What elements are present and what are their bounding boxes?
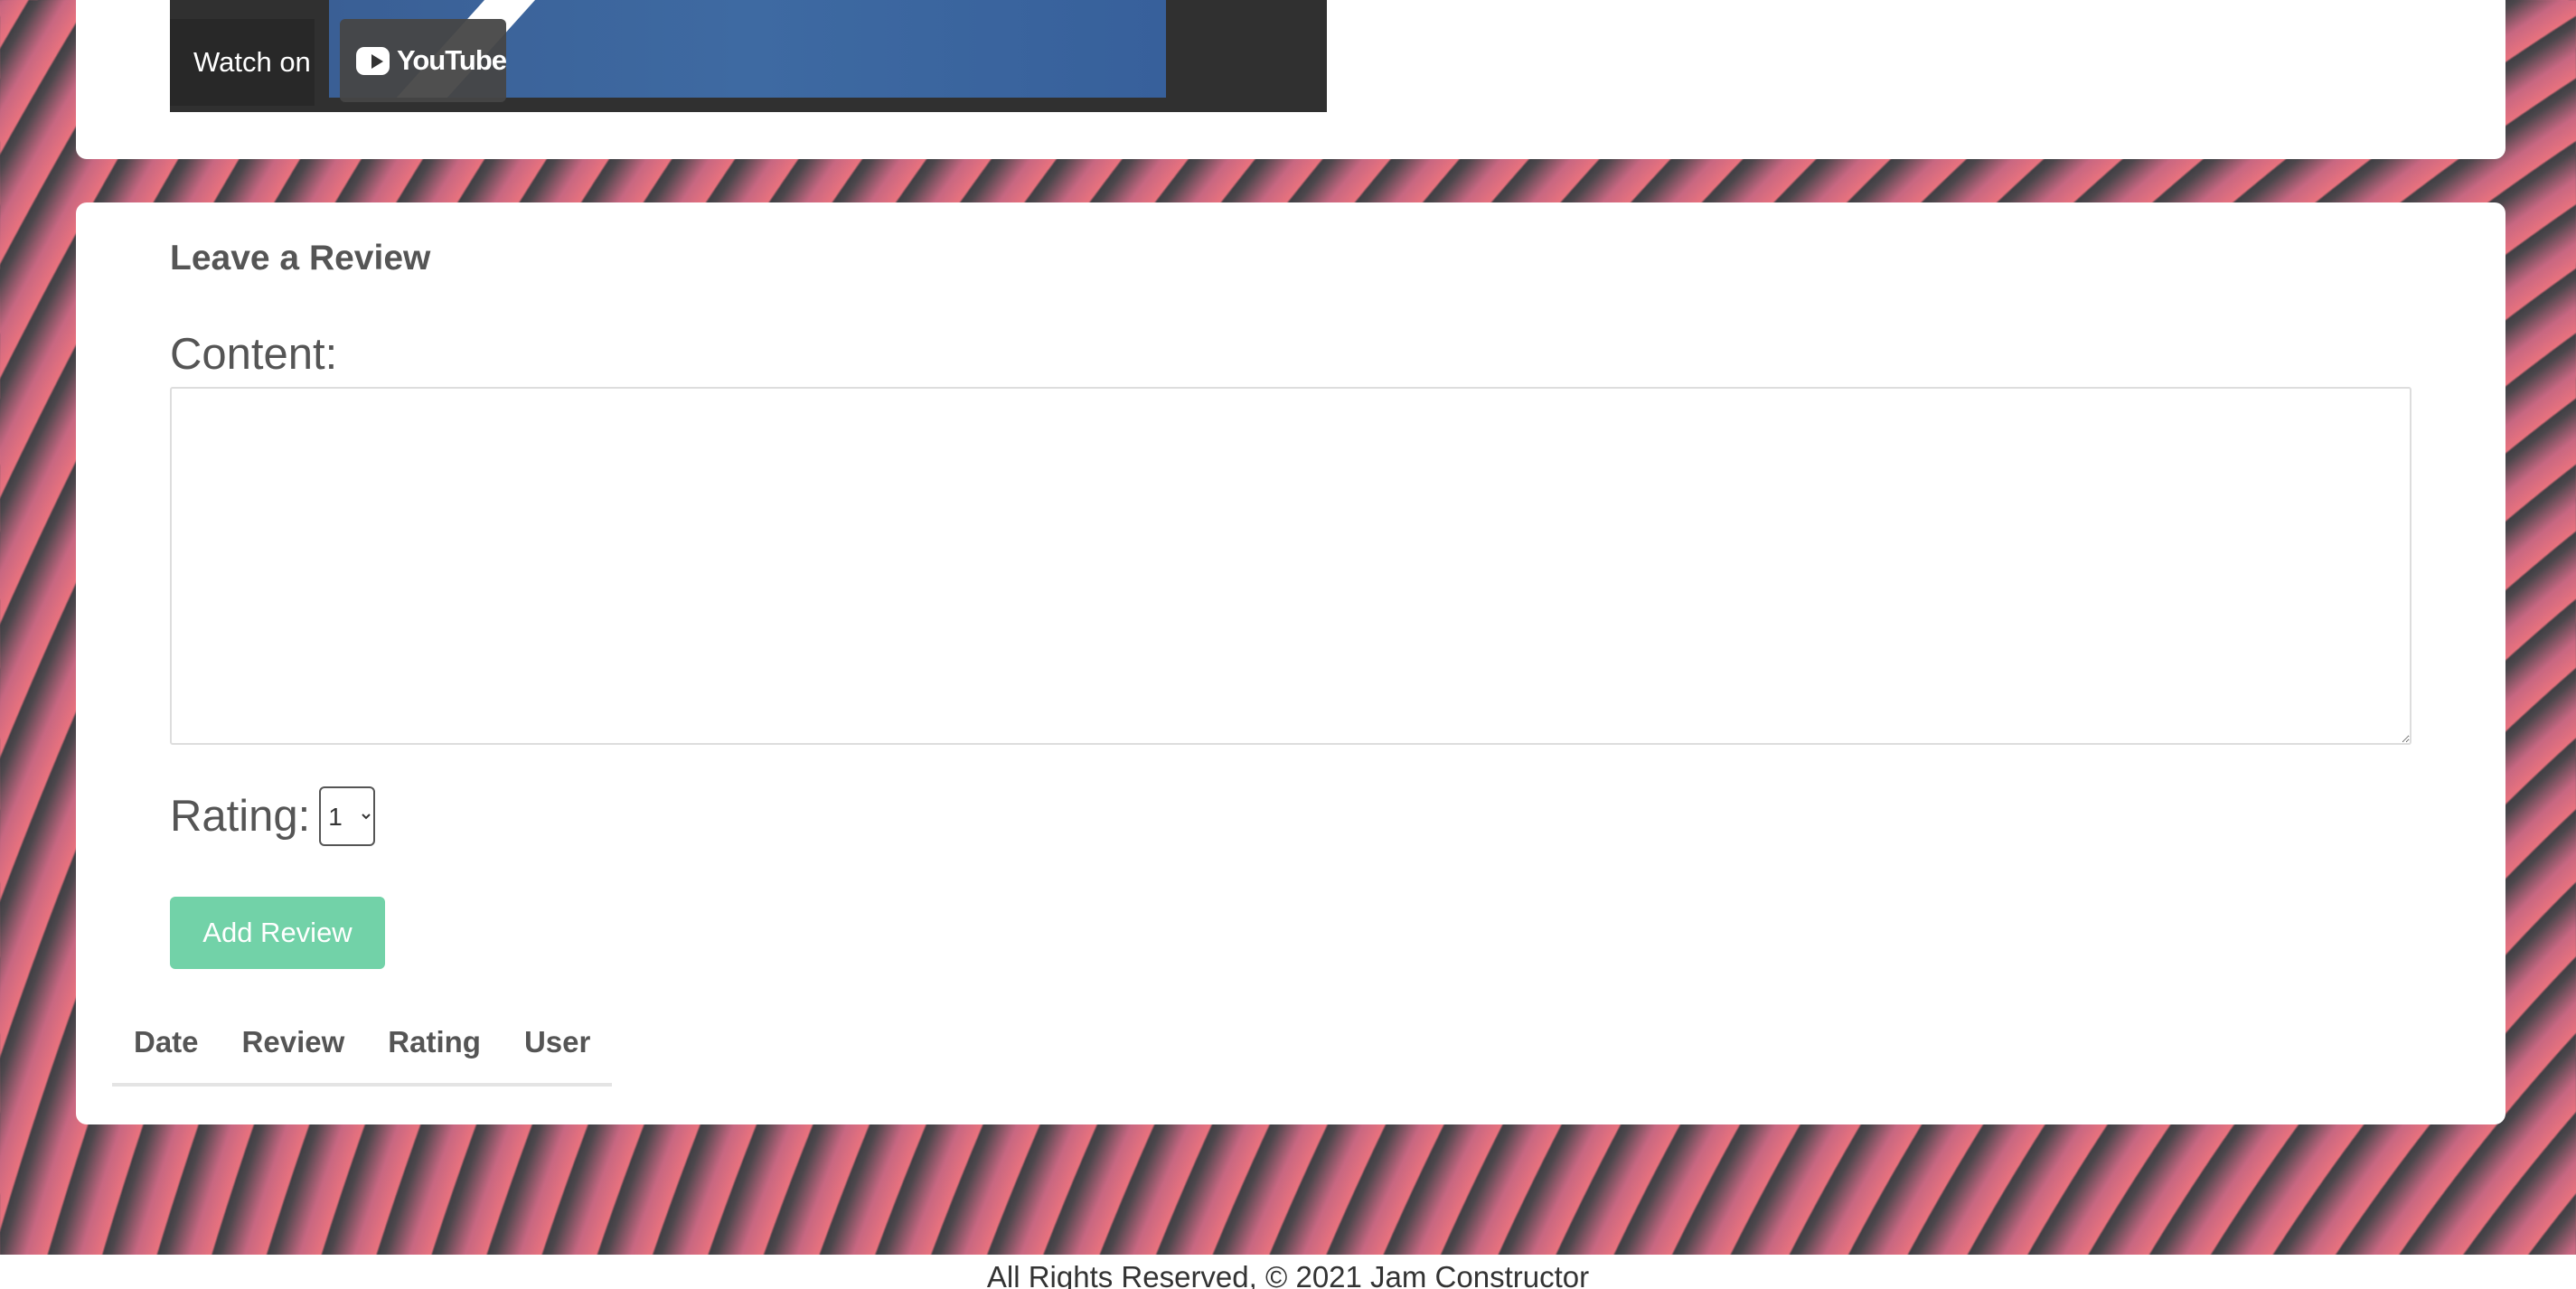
video-card: Watch on YouTube xyxy=(76,0,2505,159)
table-header-row: Date Review Rating User xyxy=(112,1012,613,1087)
column-header-user[interactable]: User xyxy=(502,1012,613,1087)
watch-on-label[interactable]: Watch on xyxy=(170,19,315,106)
column-header-date[interactable]: Date xyxy=(112,1012,221,1087)
reviews-table: Date Review Rating User xyxy=(112,1012,613,1087)
youtube-button[interactable]: YouTube xyxy=(340,19,507,102)
footer: All Rights Reserved, © 2021 Jam Construc… xyxy=(0,1255,2576,1289)
rating-row: Rating: 12345 xyxy=(170,786,376,846)
add-review-button[interactable]: Add Review xyxy=(170,897,385,969)
page-background: Watch on YouTube Leave a Review Content:… xyxy=(0,0,2576,1255)
watch-on-text: Watch on xyxy=(193,46,311,78)
review-card: Leave a Review Content: Rating: 12345 Ad… xyxy=(76,202,2505,1124)
youtube-play-icon xyxy=(356,46,390,75)
footer-copyright: All Rights Reserved, © 2021 Jam Construc… xyxy=(986,1260,1590,1289)
review-form-title: Leave a Review xyxy=(170,239,431,278)
youtube-wordmark: YouTube xyxy=(397,44,507,76)
rating-select[interactable]: 12345 xyxy=(319,786,376,846)
column-header-rating[interactable]: Rating xyxy=(366,1012,503,1087)
content-label: Content: xyxy=(170,330,338,379)
column-header-review[interactable]: Review xyxy=(220,1012,367,1087)
rating-label: Rating: xyxy=(170,792,311,841)
content-textarea[interactable] xyxy=(170,387,2411,745)
youtube-embed[interactable]: Watch on YouTube xyxy=(170,0,1327,112)
